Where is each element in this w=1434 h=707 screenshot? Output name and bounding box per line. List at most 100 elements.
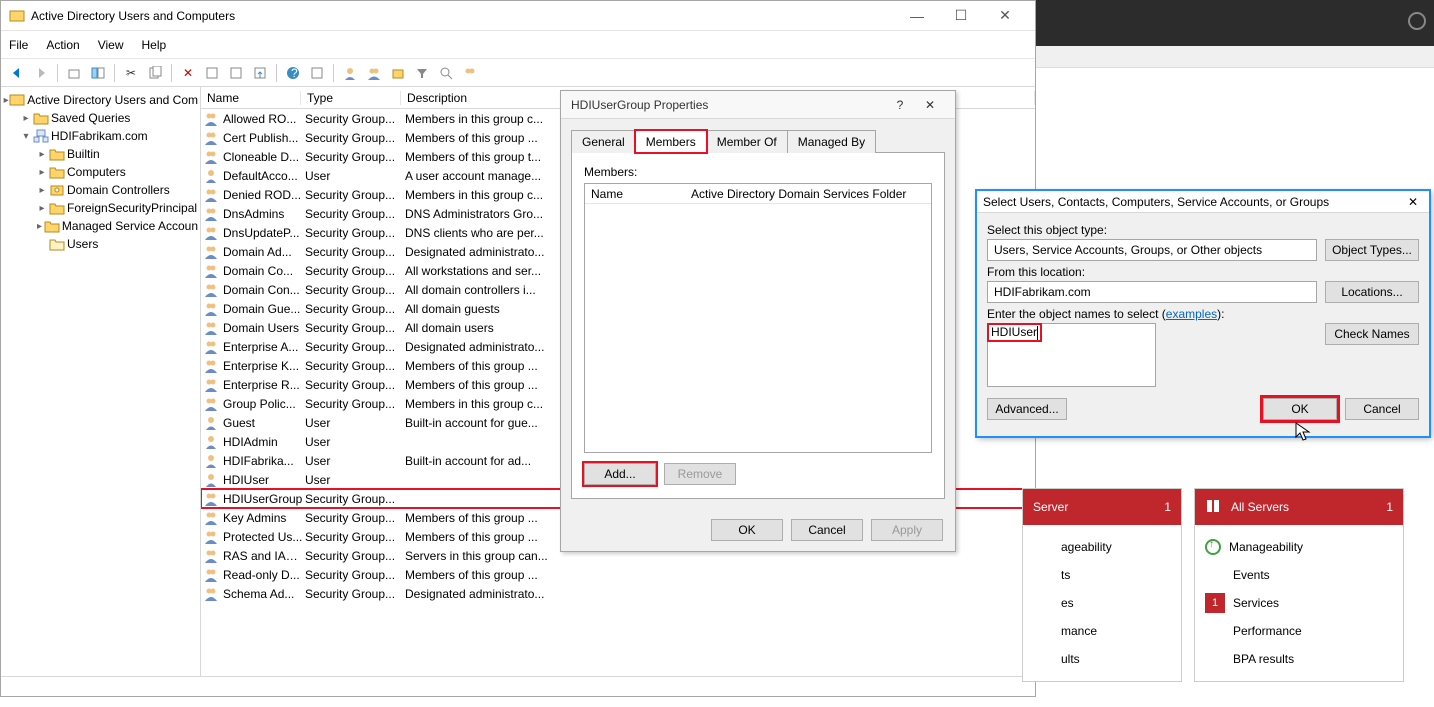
close-button[interactable]: ✕: [983, 2, 1027, 30]
up-icon[interactable]: [64, 63, 84, 83]
menu-file[interactable]: File: [9, 38, 28, 52]
select-ok-button[interactable]: OK: [1263, 398, 1337, 420]
copy-icon[interactable]: [145, 63, 165, 83]
card-row[interactable]: ults: [1033, 645, 1171, 673]
cell-name: Group Polic...: [221, 397, 303, 411]
back-icon[interactable]: [7, 63, 27, 83]
list-item[interactable]: Schema Ad...Security Group...Designated …: [201, 584, 1035, 603]
properties-help-button[interactable]: ?: [885, 98, 915, 112]
properties-titlebar[interactable]: HDIUserGroup Properties ? ✕: [561, 91, 955, 119]
select-titlebar[interactable]: Select Users, Contacts, Computers, Servi…: [977, 191, 1429, 213]
tree-label: HDIFabrikam.com: [51, 129, 148, 143]
properties-ok-button[interactable]: OK: [711, 519, 783, 541]
properties-cancel-button[interactable]: Cancel: [791, 519, 863, 541]
group-icon: [203, 396, 219, 412]
user-icon: [203, 168, 219, 184]
check-names-button[interactable]: Check Names: [1325, 323, 1419, 345]
cell-desc: Designated administrato...: [403, 587, 1035, 601]
tree-item[interactable]: ▸Saved Queries: [3, 109, 198, 127]
tab-general[interactable]: General: [571, 130, 636, 153]
card-row[interactable]: BPA results: [1205, 645, 1393, 673]
select-close-button[interactable]: ✕: [1403, 195, 1423, 209]
tree-item[interactable]: ▸Active Directory Users and Com: [3, 91, 198, 109]
delete-icon[interactable]: ✕: [178, 63, 198, 83]
tree-item[interactable]: ▸ForeignSecurityPrincipal: [3, 199, 198, 217]
aduc-tree-panel[interactable]: ▸Active Directory Users and Com▸Saved Qu…: [1, 87, 201, 676]
cell-name: DnsAdmins: [221, 207, 303, 221]
group-icon: [203, 358, 219, 374]
card-row[interactable]: Manageability: [1205, 533, 1393, 561]
add-criteria-icon[interactable]: [460, 63, 480, 83]
aduc-titlebar[interactable]: Active Directory Users and Computers — ☐…: [1, 1, 1035, 31]
maximize-button[interactable]: ☐: [939, 2, 983, 30]
properties-close-button[interactable]: ✕: [915, 98, 945, 112]
new-ou-icon[interactable]: [388, 63, 408, 83]
expander-icon[interactable]: ▸: [35, 167, 49, 178]
expander-icon[interactable]: ▸: [35, 203, 49, 214]
expander-icon[interactable]: ▸: [35, 221, 44, 232]
card-row[interactable]: ageability: [1033, 533, 1171, 561]
tree-item[interactable]: ▸ Builtin: [3, 145, 198, 163]
cell-name: Domain Gue...: [221, 302, 303, 316]
tab-member-of[interactable]: Member Of: [706, 130, 788, 153]
account-icon[interactable]: [1408, 12, 1426, 30]
dashboard-card-server[interactable]: Server 1 ageabilitytsesmanceults: [1022, 488, 1182, 682]
select-cancel-button[interactable]: Cancel: [1345, 398, 1419, 420]
examples-link[interactable]: examples: [1166, 307, 1217, 321]
tree-label: Builtin: [67, 147, 100, 161]
tree-item[interactable]: ▸Domain Controllers: [3, 181, 198, 199]
export-icon[interactable]: [250, 63, 270, 83]
cell-type: Security Group...: [303, 302, 403, 316]
members-listbox[interactable]: Name Active Directory Domain Services Fo…: [584, 183, 932, 453]
tab-members[interactable]: Members: [635, 130, 707, 153]
list-item[interactable]: Read-only D...Security Group...Members o…: [201, 565, 1035, 584]
cut-icon[interactable]: ✂: [121, 63, 141, 83]
object-types-button[interactable]: Object Types...: [1325, 239, 1419, 261]
cell-name: Enterprise A...: [221, 340, 303, 354]
help-icon[interactable]: ?: [283, 63, 303, 83]
svg-text:?: ?: [291, 66, 298, 80]
members-col-name[interactable]: Name: [585, 187, 685, 201]
tab-managed-by[interactable]: Managed By: [787, 130, 876, 153]
new-group-icon[interactable]: [364, 63, 384, 83]
menu-view[interactable]: View: [98, 38, 124, 52]
folder-icon: [33, 110, 49, 126]
dashboard-card-all-servers[interactable]: All Servers 1 ManageabilityEvents1Servic…: [1194, 488, 1404, 682]
col-name[interactable]: Name: [201, 91, 301, 105]
advanced-button[interactable]: Advanced...: [987, 398, 1067, 420]
expander-icon[interactable]: ▾: [19, 131, 33, 142]
menu-action[interactable]: Action: [46, 38, 79, 52]
tree-item[interactable]: ▾ HDIFabrikam.com: [3, 127, 198, 145]
minimize-button[interactable]: —: [895, 2, 939, 30]
col-type[interactable]: Type: [301, 91, 401, 105]
card-row[interactable]: Events: [1205, 561, 1393, 589]
new-user-icon[interactable]: [340, 63, 360, 83]
card-row[interactable]: Performance: [1205, 617, 1393, 645]
card-row[interactable]: ts: [1033, 561, 1171, 589]
locations-button[interactable]: Locations...: [1325, 281, 1419, 303]
show-hide-icon[interactable]: [88, 63, 108, 83]
card-row[interactable]: mance: [1033, 617, 1171, 645]
tree-item[interactable]: ▸Managed Service Accoun: [3, 217, 198, 235]
tab-content-members: Members: Name Active Directory Domain Se…: [571, 153, 945, 499]
card-row[interactable]: es: [1033, 589, 1171, 617]
find-icon[interactable]: [436, 63, 456, 83]
cell-type: Security Group...: [303, 359, 403, 373]
expander-icon[interactable]: ▸: [35, 149, 49, 160]
cell-name: Read-only D...: [221, 568, 303, 582]
card-title: All Servers: [1231, 500, 1289, 514]
menu-help[interactable]: Help: [142, 38, 167, 52]
cell-type: Security Group...: [303, 549, 403, 563]
tool-icon-1[interactable]: [307, 63, 327, 83]
tree-item[interactable]: Users: [3, 235, 198, 253]
properties-icon[interactable]: [202, 63, 222, 83]
card-row[interactable]: 1Services: [1205, 589, 1393, 617]
tree-item[interactable]: ▸Computers: [3, 163, 198, 181]
mouse-cursor-icon: [1295, 422, 1311, 442]
members-col-folder[interactable]: Active Directory Domain Services Folder: [685, 187, 931, 201]
add-button[interactable]: Add...: [584, 463, 656, 485]
filter-icon[interactable]: [412, 63, 432, 83]
properties2-icon[interactable]: [226, 63, 246, 83]
expander-icon[interactable]: ▸: [35, 185, 49, 196]
expander-icon[interactable]: ▸: [19, 113, 33, 124]
